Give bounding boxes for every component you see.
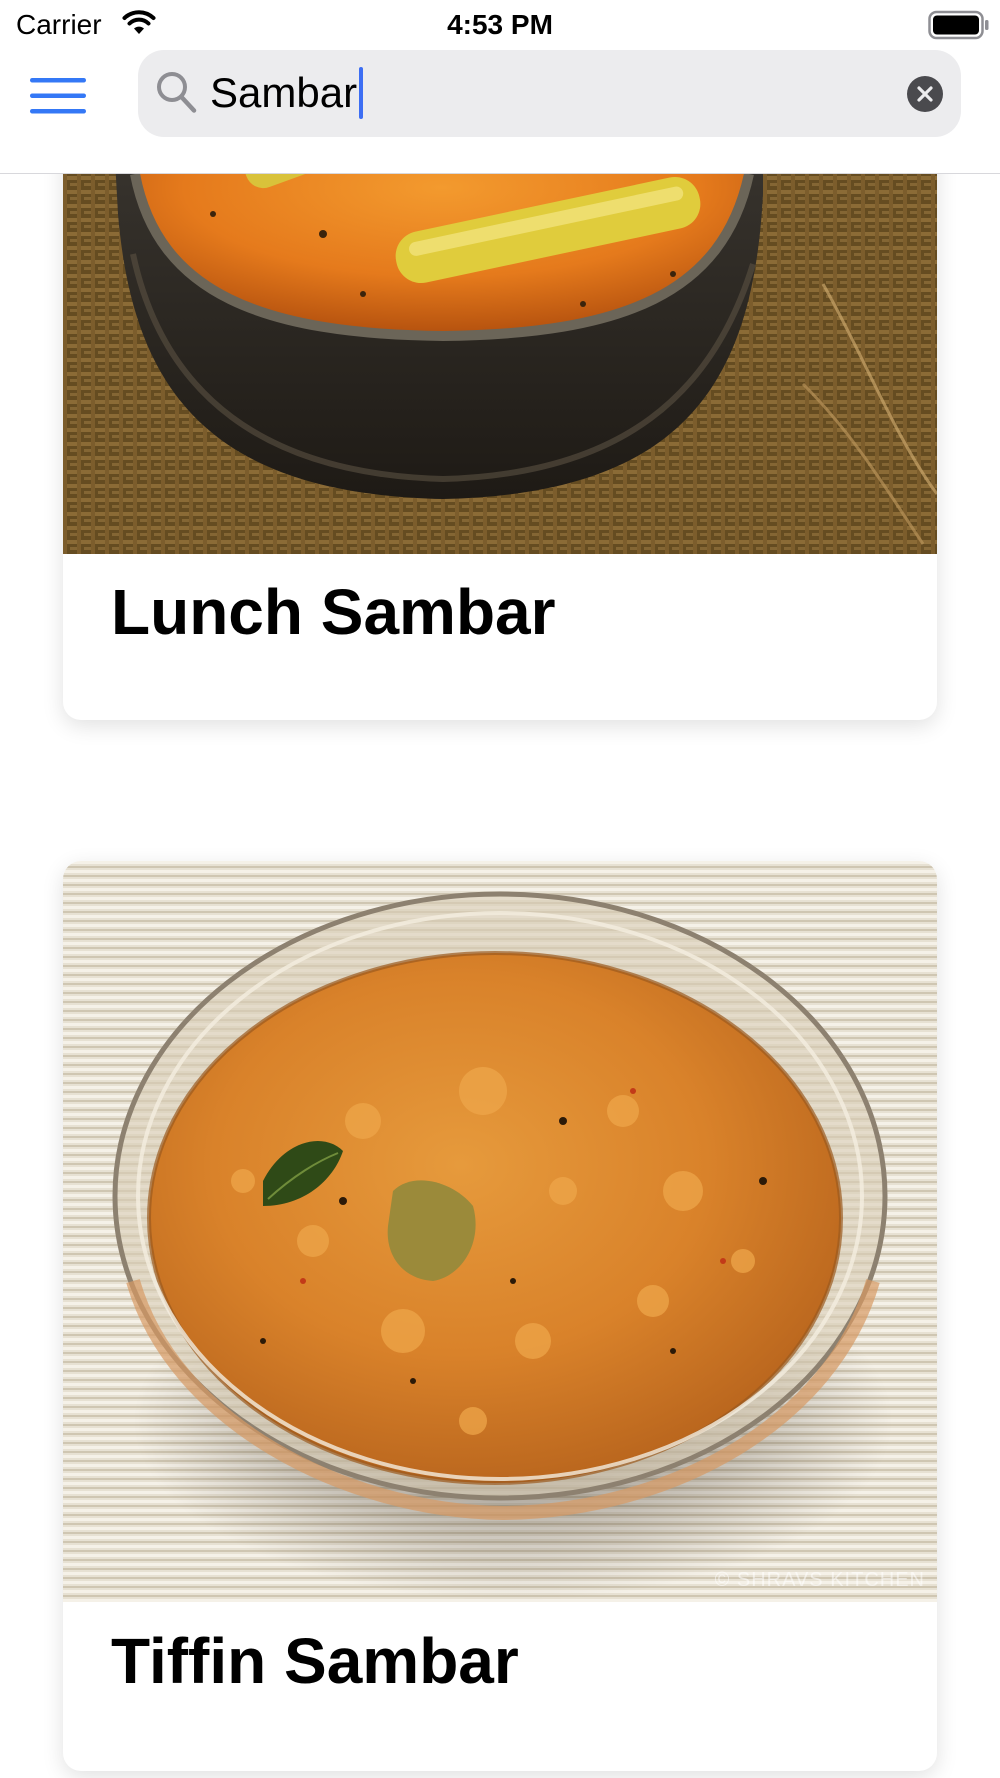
image-watermark: © SHRAVS KITCHEN [714,1569,925,1591]
text-caret [359,67,364,119]
navigation-bar [0,50,1000,174]
recipe-photo-lunch-sambar [63,174,937,554]
clear-search-button[interactable] [907,76,943,112]
search-input[interactable] [210,62,870,124]
menu-button[interactable] [28,74,90,118]
status-bar: Carrier 4:53 PM [0,0,1000,50]
recipe-title: Tiffin Sambar [111,1625,519,1697]
status-time: 4:53 PM [447,9,553,40]
recipe-card[interactable]: © SHRAVS KITCHEN Tiffin Sambar [63,861,937,1771]
hamburger-menu-icon [30,78,86,114]
recipe-title: Lunch Sambar [111,576,556,648]
search-results-list[interactable]: Lunch Sambar © SHRAVS KITCHEN Tiffin Sam… [0,174,1000,1778]
recipe-card[interactable]: Lunch Sambar [63,174,937,720]
recipe-photo-tiffin-sambar: © SHRAVS KITCHEN [63,861,937,1602]
clear-x-icon [917,86,933,102]
magnifier-icon [157,72,197,113]
battery-icon [928,10,989,40]
search-bar[interactable] [138,50,961,137]
